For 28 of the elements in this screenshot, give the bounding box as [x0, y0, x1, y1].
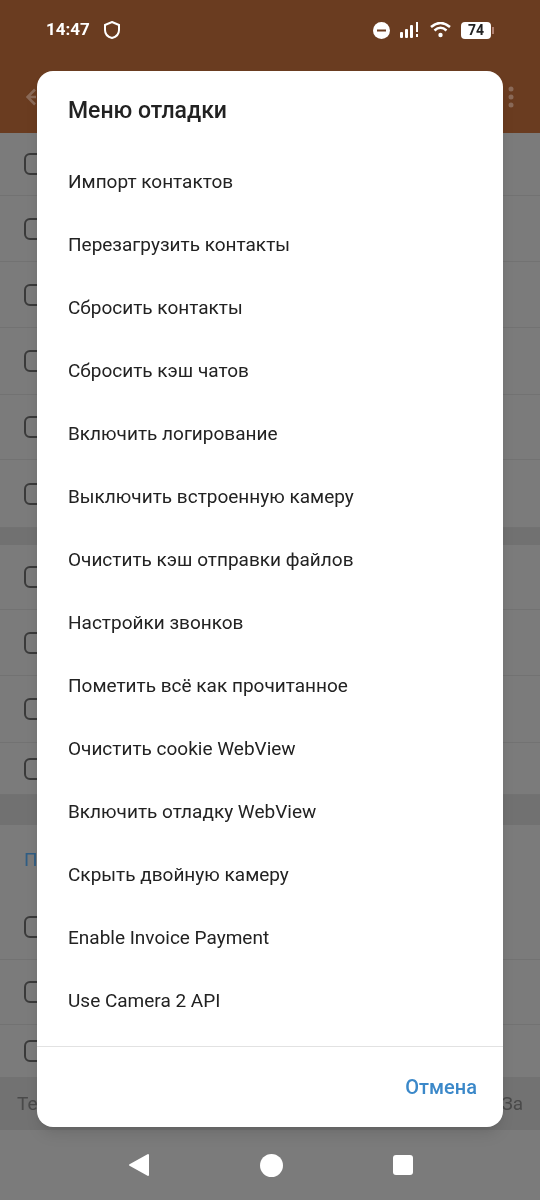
- menu-item[interactable]: Сбросить контакты: [37, 277, 503, 340]
- menu-item[interactable]: Перезагрузить контакты: [37, 214, 503, 277]
- menu-item[interactable]: Импорт контактов: [37, 151, 503, 214]
- menu-item[interactable]: Сбросить кэш чатов: [37, 340, 503, 403]
- status-time: 14:47: [46, 18, 90, 42]
- menu-item[interactable]: Выключить встроенную камеру: [37, 466, 503, 529]
- menu-item[interactable]: Use Camera 2 API: [37, 970, 503, 1033]
- signal-icon: [400, 22, 420, 38]
- back-arrow-icon: [26, 87, 36, 106]
- cancel-button[interactable]: Отмена: [405, 1072, 477, 1102]
- battery-icon: 74: [461, 21, 494, 39]
- menu-item[interactable]: Пометить всё как прочитанное: [37, 655, 503, 718]
- menu-item[interactable]: Включить логирование: [37, 403, 503, 466]
- wifi-icon: [430, 22, 451, 38]
- menu-item[interactable]: Enable Invoice Payment: [37, 907, 503, 970]
- section-header: П: [24, 846, 38, 873]
- do-not-disturb-icon: [373, 21, 390, 39]
- back-icon[interactable]: [127, 1153, 150, 1177]
- home-icon[interactable]: [259, 1153, 283, 1177]
- menu-item[interactable]: Скрыть двойную камеру: [37, 844, 503, 907]
- menu-item[interactable]: Настройки звонков: [37, 592, 503, 655]
- menu-item[interactable]: Очистить кэш отправки файлов: [37, 529, 503, 592]
- dialog-title: Меню отладки: [68, 95, 227, 126]
- recents-icon[interactable]: [392, 1155, 413, 1175]
- more-menu-icon: [508, 85, 514, 108]
- shield-icon: [103, 21, 120, 39]
- menu-item[interactable]: Включить отладку WebView: [37, 781, 503, 844]
- menu-item[interactable]: Очистить cookie WebView: [37, 718, 503, 781]
